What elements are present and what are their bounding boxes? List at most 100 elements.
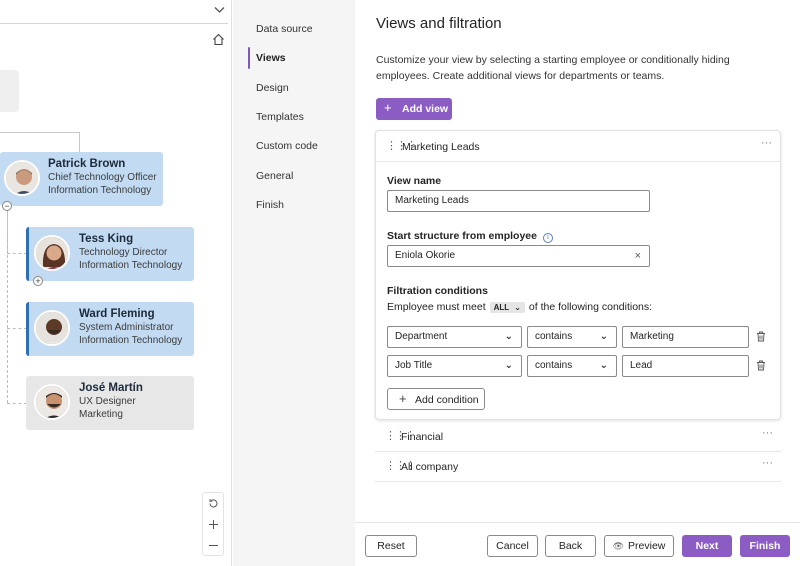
plus-icon: + — [399, 391, 407, 406]
zoom-in-icon[interactable] — [203, 514, 223, 535]
start-employee-input[interactable]: Eniola Okorie × — [387, 245, 650, 267]
footer-divider — [355, 522, 800, 523]
condition-value-input[interactable]: Lead — [622, 355, 749, 377]
match-mode-value: ALL — [493, 302, 510, 312]
delete-icon[interactable] — [756, 331, 766, 345]
condition-field-value: Department — [395, 331, 448, 342]
view-item-name[interactable]: Marketing Leads — [402, 141, 480, 153]
person-title: Technology Director — [79, 247, 168, 258]
person-title: UX Designer — [79, 396, 136, 407]
nav-item-design[interactable]: Design — [256, 82, 289, 94]
nav-item-finish[interactable]: Finish — [256, 199, 284, 211]
chevron-down-icon: ⌄ — [599, 360, 608, 371]
condition-operator-value: contains — [535, 360, 573, 371]
nav-item-data-source[interactable]: Data source — [256, 23, 313, 35]
parent-card-partial[interactable] — [0, 70, 19, 112]
zoom-controls — [202, 492, 224, 556]
preview-button[interactable]: 👁 Preview — [604, 535, 674, 557]
clear-icon[interactable]: × — [635, 246, 641, 266]
avatar — [34, 384, 70, 420]
connector — [7, 253, 27, 254]
filtration-label: Filtration conditions — [387, 285, 488, 297]
start-employee-label-text: Start structure from employee — [387, 230, 537, 242]
must-meet-prefix: Employee must meet — [387, 301, 486, 313]
nav-item-templates[interactable]: Templates — [256, 111, 304, 123]
person-department: Information Technology — [79, 335, 183, 346]
person-card[interactable]: Tess King Technology Director Informatio… — [26, 227, 194, 281]
add-condition-button[interactable]: + Add condition — [387, 388, 485, 410]
add-condition-label: Add condition — [415, 394, 479, 406]
zoom-out-icon[interactable] — [203, 535, 223, 556]
condition-field-value: Job Title — [395, 360, 433, 371]
nav-item-custom-code[interactable]: Custom code — [256, 140, 318, 152]
connector — [0, 132, 79, 133]
card-accent — [26, 302, 29, 356]
condition-value-input[interactable]: Marketing — [622, 326, 749, 348]
finish-button[interactable]: Finish — [740, 535, 790, 557]
person-card[interactable]: Ward Fleming System Administrator Inform… — [26, 302, 194, 356]
info-icon[interactable]: i — [542, 233, 553, 243]
add-view-label: Add view — [402, 103, 449, 115]
view-item-name: Financial — [401, 431, 444, 443]
nav-selection-indicator — [248, 47, 250, 69]
view-list-item[interactable]: ⋮⋮⋮ All company ··· — [375, 452, 781, 480]
page-description: Customize your view by selecting a start… — [376, 54, 730, 82]
view-item-name: All company — [401, 461, 459, 473]
expand-button[interactable]: + — [33, 276, 43, 286]
person-card[interactable]: Patrick Brown Chief Technology Officer I… — [0, 152, 163, 206]
condition-operator-select[interactable]: contains ⌄ — [527, 355, 617, 377]
more-options-icon[interactable]: ··· — [761, 137, 772, 149]
start-employee-label: Start structure from employee i — [387, 230, 553, 243]
condition-operator-value: contains — [535, 331, 573, 342]
condition-field-select[interactable]: Department ⌄ — [387, 326, 522, 348]
avatar — [34, 235, 70, 271]
person-department: Marketing — [79, 409, 123, 420]
next-button[interactable]: Next — [682, 535, 732, 557]
nav-item-views[interactable]: Views — [256, 52, 286, 64]
view-name-input[interactable]: Marketing Leads — [387, 190, 650, 212]
view-list-item[interactable]: ⋮⋮⋮ Financial ··· — [375, 422, 781, 450]
connector — [79, 132, 80, 152]
condition-operator-select[interactable]: contains ⌄ — [527, 326, 617, 348]
divider — [375, 481, 781, 482]
divider — [0, 23, 228, 24]
more-options-icon[interactable]: ··· — [762, 427, 773, 439]
chevron-down-icon: ⌄ — [514, 302, 521, 312]
views-panel: Views and filtration Customize your view… — [355, 0, 800, 566]
view-editor-card: ⋮⋮⋮ Marketing Leads ··· View name Market… — [375, 130, 781, 420]
person-name: Patrick Brown — [48, 158, 126, 170]
home-icon[interactable] — [212, 33, 225, 49]
cancel-button[interactable]: Cancel — [487, 535, 538, 557]
nav-item-general[interactable]: General — [256, 170, 293, 182]
person-name: José Martín — [79, 382, 143, 394]
must-meet-suffix: of the following conditions: — [528, 301, 653, 313]
page-title: Views and filtration — [376, 15, 502, 32]
view-name-label: View name — [387, 175, 442, 187]
connector — [7, 328, 27, 329]
eye-icon: 👁 — [612, 541, 625, 551]
condition-field-select[interactable]: Job Title ⌄ — [387, 355, 522, 377]
org-chart-canvas[interactable]: Patrick Brown Chief Technology Officer I… — [0, 0, 232, 566]
more-options-icon[interactable]: ··· — [762, 457, 773, 469]
delete-icon[interactable] — [756, 360, 766, 374]
match-mode-select[interactable]: ALL ⌄ — [489, 301, 525, 313]
back-button[interactable]: Back — [545, 535, 596, 557]
reset-zoom-icon[interactable] — [203, 493, 223, 514]
divider — [376, 161, 780, 162]
add-view-button[interactable]: + Add view — [376, 98, 452, 120]
avatar — [34, 310, 70, 346]
reset-button[interactable]: Reset — [365, 535, 417, 557]
person-title: Chief Technology Officer — [48, 172, 157, 183]
chevron-down-icon[interactable] — [214, 5, 225, 17]
person-card[interactable]: José Martín UX Designer Marketing — [26, 376, 194, 430]
person-department: Information Technology — [48, 185, 152, 196]
card-accent — [26, 227, 29, 281]
avatar — [4, 160, 40, 196]
collapse-button[interactable]: − — [2, 201, 12, 211]
person-department: Information Technology — [79, 260, 183, 271]
start-employee-value: Eniola Okorie — [395, 250, 456, 261]
chevron-down-icon: ⌄ — [504, 331, 513, 342]
plus-icon: + — [384, 100, 392, 115]
person-name: Ward Fleming — [79, 308, 155, 320]
wizard-nav: Data source Views Design Templates Custo… — [233, 0, 355, 566]
